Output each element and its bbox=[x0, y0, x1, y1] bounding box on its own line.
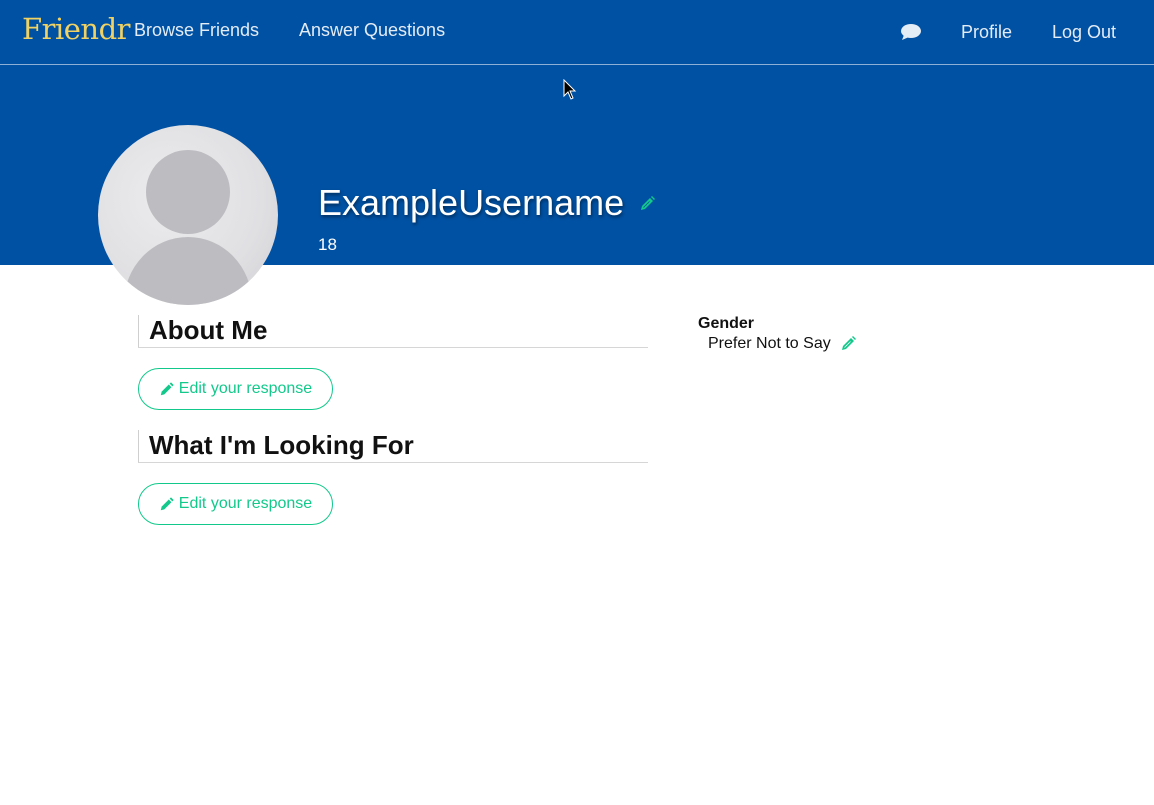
gender-label: Gender bbox=[698, 315, 755, 332]
edit-looking-for-button[interactable]: Edit your response bbox=[138, 483, 333, 525]
nav-answer-questions[interactable]: Answer Questions bbox=[299, 20, 445, 41]
avatar-placeholder-icon bbox=[124, 150, 252, 305]
pencil-icon bbox=[160, 382, 174, 396]
pencil-icon[interactable] bbox=[839, 335, 857, 353]
pencil-icon bbox=[160, 497, 174, 511]
profile-username: ExampleUsername bbox=[318, 182, 625, 223]
edit-about-me-button[interactable]: Edit your response bbox=[138, 368, 333, 410]
avatar bbox=[98, 125, 278, 305]
nav-log-out[interactable]: Log Out bbox=[1052, 22, 1116, 43]
profile-age: 18 bbox=[318, 235, 337, 254]
looking-for-heading: What I'm Looking For bbox=[138, 430, 648, 463]
nav-browse-friends[interactable]: Browse Friends bbox=[134, 20, 259, 41]
about-me-heading: About Me bbox=[138, 315, 648, 348]
nav-profile[interactable]: Profile bbox=[961, 22, 1012, 43]
edit-button-label: Edit your response bbox=[178, 380, 313, 397]
gender-value: Prefer Not to Say bbox=[708, 335, 831, 352]
chat-icon[interactable] bbox=[900, 23, 922, 41]
edit-button-label: Edit your response bbox=[178, 495, 313, 512]
pencil-icon[interactable] bbox=[638, 195, 656, 213]
brand-logo[interactable]: Friendr bbox=[22, 12, 131, 46]
mouse-cursor-icon bbox=[563, 79, 577, 100]
top-navbar: Friendr Browse Friends Answer Questions … bbox=[0, 0, 1154, 65]
